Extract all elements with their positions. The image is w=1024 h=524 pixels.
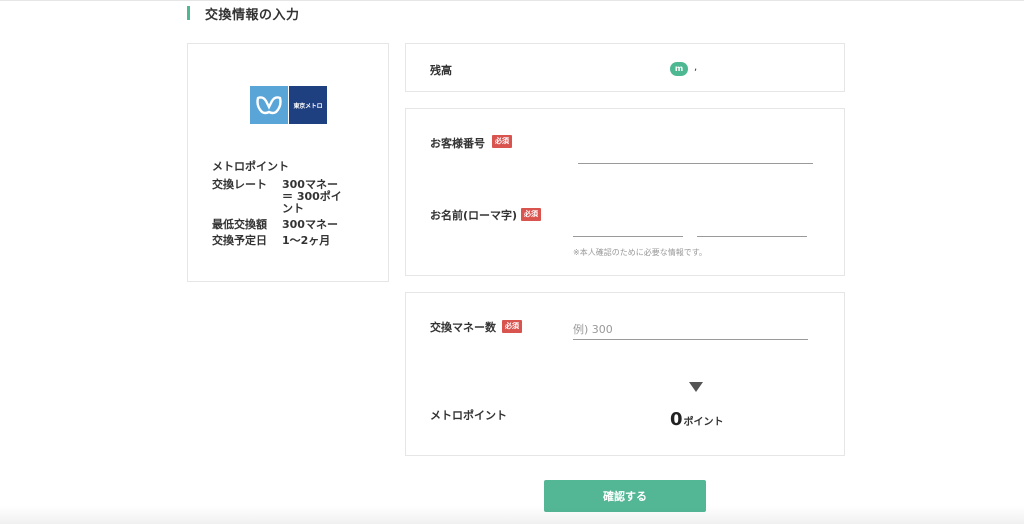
money-coin-icon: m — [670, 62, 688, 76]
metro-point-label: メトロポイント — [430, 409, 507, 422]
partner-details: メトロポイント 交換レート 300マネー ＝ 300ポイント 最低交換額 300… — [212, 160, 348, 251]
point-name: メトロポイント — [212, 160, 289, 173]
detail-label: 交換予定日 — [212, 234, 267, 247]
exchange-card: 交換マネー数 必須 メトロポイント 0 ポイント — [405, 292, 845, 456]
tokyo-metro-logo: 東京メトロ — [250, 86, 327, 124]
partner-info-card: 東京メトロ メトロポイント 交換レート 300マネー ＝ 300ポイント 最低交… — [187, 43, 389, 282]
arrow-down-icon — [689, 382, 703, 392]
metro-mark-icon — [250, 86, 288, 124]
metro-logo-text: 東京メトロ — [289, 86, 327, 124]
balance-value: , — [694, 62, 698, 73]
name-label: お名前(ローマ字) — [430, 209, 518, 222]
detail-value: 1〜2ヶ月 — [282, 234, 331, 247]
last-name-input[interactable] — [573, 217, 683, 237]
required-badge: 必須 — [521, 208, 541, 221]
detail-row: 最低交換額 300マネー — [212, 219, 348, 231]
top-divider — [0, 0, 1024, 1]
identity-note: ※本人確認のために必要な情報です。 — [573, 248, 707, 257]
metro-heart-icon — [256, 96, 282, 115]
customer-number-input[interactable] — [578, 144, 813, 164]
footer-shadow — [0, 506, 1024, 524]
detail-label: 交換レート — [212, 178, 267, 191]
converted-points: 0 ポイント — [670, 409, 724, 430]
section-accent-bar — [187, 6, 190, 20]
required-badge: 必須 — [502, 320, 522, 333]
customer-number-label: お客様番号 — [430, 137, 485, 150]
first-name-input[interactable] — [697, 217, 807, 237]
detail-row: 交換レート 300マネー ＝ 300ポイント — [212, 179, 348, 215]
required-badge: 必須 — [492, 135, 512, 148]
section-title: 交換情報の入力 — [205, 7, 300, 23]
detail-value: 300マネー — [282, 218, 338, 231]
customer-info-card: お客様番号 必須 お名前(ローマ字) 必須 ※本人確認のために必要な情報です。 — [405, 108, 845, 276]
detail-label: 最低交換額 — [212, 218, 267, 231]
detail-value: 300マネー ＝ 300ポイント — [282, 178, 342, 215]
exchange-amount-input[interactable] — [573, 320, 808, 340]
balance-label: 残高 — [430, 64, 452, 77]
section-header: 交換情報の入力 — [187, 5, 300, 23]
points-unit: ポイント — [683, 417, 724, 428]
exchange-amount-label: 交換マネー数 — [430, 321, 496, 334]
detail-row: 交換予定日 1〜2ヶ月 — [212, 235, 348, 247]
points-value: 0 — [670, 409, 683, 430]
balance-card: 残高 m , — [405, 43, 845, 92]
